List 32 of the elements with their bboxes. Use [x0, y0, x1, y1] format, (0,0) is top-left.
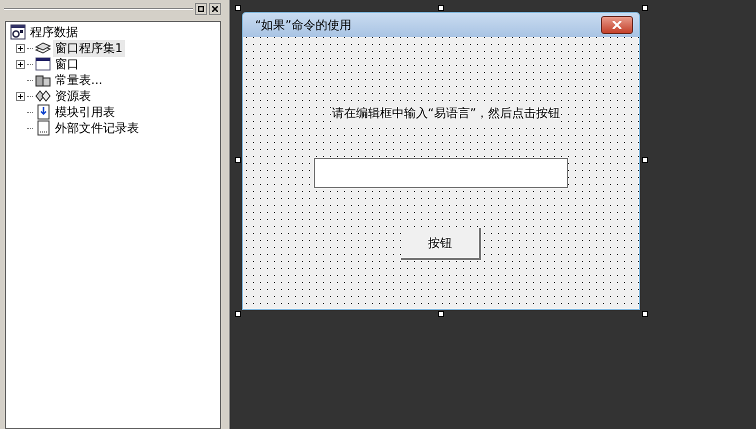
close-button[interactable]: [209, 3, 221, 15]
diamonds-icon: [35, 88, 51, 104]
close-icon: [212, 6, 218, 12]
tree-item[interactable]: 模块引用表: [53, 104, 117, 120]
maximize-button[interactable]: [195, 3, 207, 15]
tree-item[interactable]: 外部文件记录表: [53, 120, 141, 136]
resize-handle[interactable]: [438, 5, 444, 11]
resize-handle[interactable]: [438, 311, 444, 317]
window-title: “如果”命令的使用: [255, 16, 352, 34]
action-button[interactable]: 按钮: [401, 228, 481, 260]
close-button[interactable]: [601, 16, 633, 34]
close-icon: [612, 21, 622, 29]
resize-handle[interactable]: [235, 311, 241, 317]
tree-item[interactable]: 窗口程序集1: [53, 40, 125, 56]
input-field[interactable]: [314, 158, 568, 188]
tree-item[interactable]: 常量表...: [53, 72, 104, 88]
expand-icon[interactable]: [16, 44, 25, 52]
tree-item[interactable]: 窗口: [53, 56, 81, 72]
tree-item[interactable]: 程序数据: [28, 24, 80, 40]
resize-handle[interactable]: [235, 157, 241, 163]
document-icon: [35, 120, 51, 136]
tree-item[interactable]: 资源表: [53, 88, 93, 104]
window-icon: [35, 56, 51, 72]
program-data-icon: [10, 24, 26, 40]
expand-icon[interactable]: [16, 92, 25, 100]
maximize-icon: [198, 6, 204, 12]
stacked-sheets-icon: [35, 40, 51, 56]
resize-handle[interactable]: [235, 5, 241, 11]
resize-handle[interactable]: [642, 157, 648, 163]
resize-handle[interactable]: [642, 311, 648, 317]
resize-handle[interactable]: [642, 5, 648, 11]
expand-icon[interactable]: [16, 60, 25, 68]
